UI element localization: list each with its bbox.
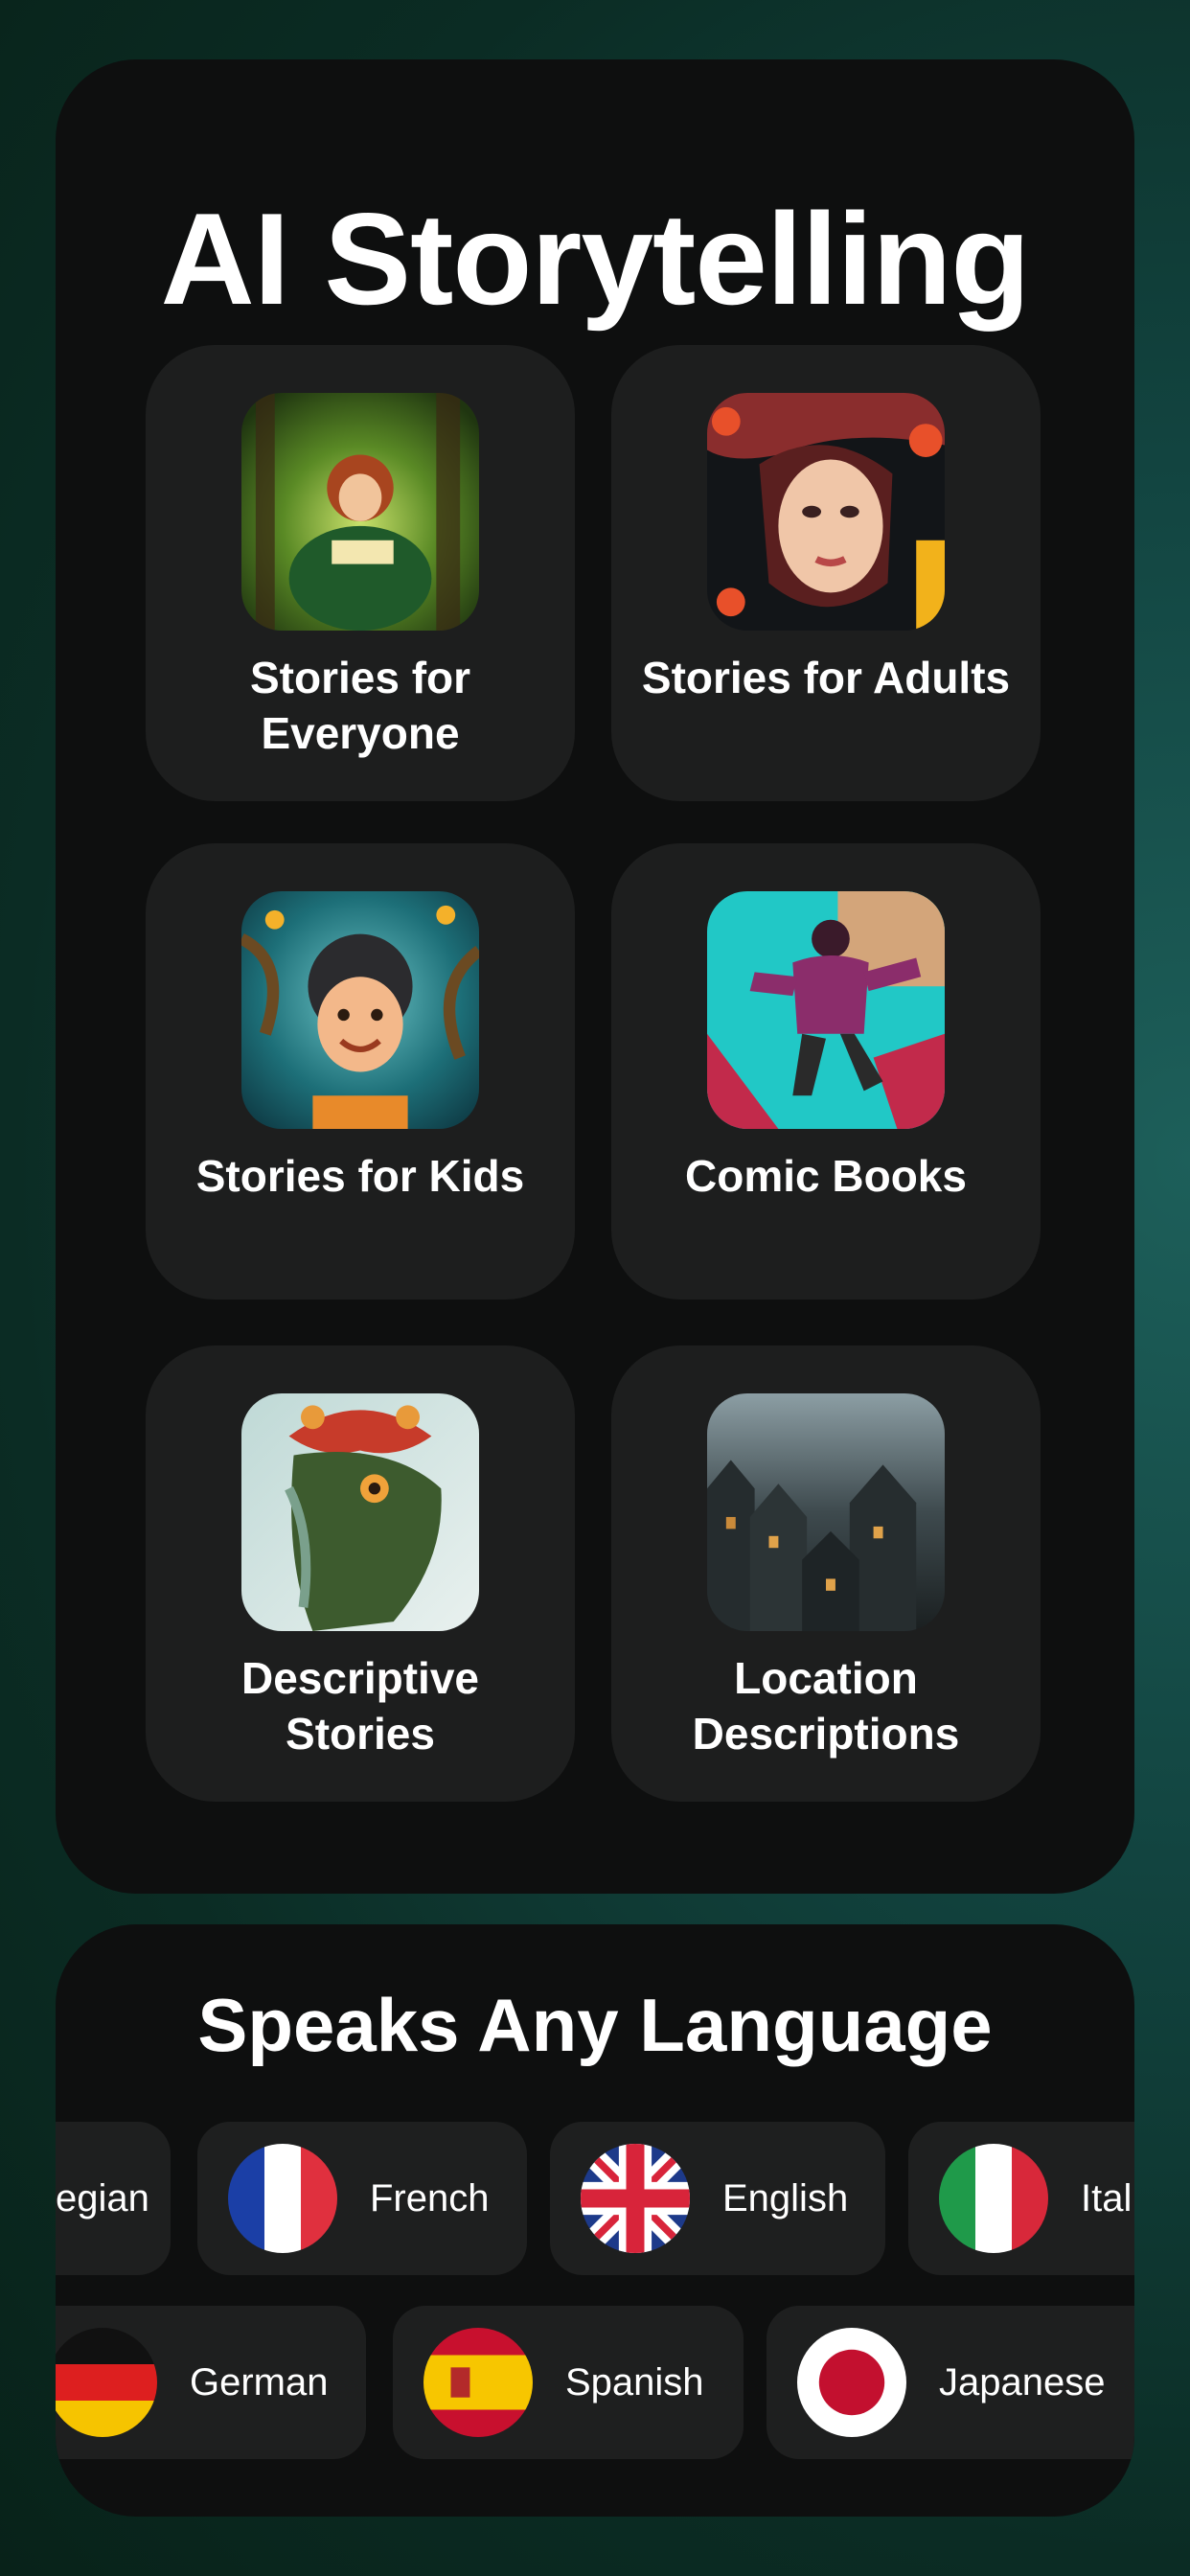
card-descriptive-stories[interactable]: Descriptive Stories <box>146 1346 575 1802</box>
girl-reading-forest-image <box>241 393 479 631</box>
nature-face-image <box>241 1393 479 1631</box>
comic-hero-jumping-image <box>707 891 945 1129</box>
card-comic-books[interactable]: Comic Books <box>611 843 1041 1300</box>
dark-village-image <box>707 1393 945 1631</box>
card-label: Stories for Kids <box>195 1151 525 1201</box>
language-chip-french[interactable]: French <box>197 2122 527 2275</box>
card-label: Comic Books <box>685 1151 967 1201</box>
card-label: Stories for Adults <box>641 653 1011 702</box>
language-label: French <box>370 2176 490 2220</box>
card-label: Location Descriptions <box>692 1653 960 1759</box>
italy-flag-icon <box>939 2144 1048 2253</box>
language-chip-italian[interactable]: Ital <box>908 2122 1134 2275</box>
card-stories-for-adults[interactable]: Stories for Adults <box>611 345 1041 801</box>
smiling-boy-image <box>241 891 479 1129</box>
language-chip-japanese[interactable]: Japanese <box>767 2306 1134 2459</box>
language-chip-norwegian[interactable]: egian <box>56 2122 171 2275</box>
story-types-panel: AI Storytelling Stories for Everyone Sto… <box>56 59 1134 1894</box>
uk-flag-icon <box>581 2144 690 2253</box>
language-label: egian <box>56 2176 149 2220</box>
woman-portrait-image <box>707 393 945 631</box>
language-chip-english[interactable]: English <box>550 2122 885 2275</box>
language-label: Ital <box>1081 2176 1133 2220</box>
page-title: AI Storytelling <box>160 186 1031 332</box>
germany-flag-icon <box>56 2328 157 2437</box>
language-label: German <box>190 2360 329 2404</box>
card-stories-for-kids[interactable]: Stories for Kids <box>146 843 575 1300</box>
language-label: Japanese <box>939 2360 1106 2404</box>
france-flag-icon <box>228 2144 337 2253</box>
japan-flag-icon <box>797 2328 906 2437</box>
spain-flag-icon <box>423 2328 533 2437</box>
card-label: Descriptive Stories <box>240 1653 479 1759</box>
language-chip-german[interactable]: German <box>56 2306 366 2459</box>
card-location-descriptions[interactable]: Location Descriptions <box>611 1346 1041 1802</box>
languages-panel: Speaks Any Language egian French English <box>56 1924 1134 2517</box>
language-label: Spanish <box>565 2360 704 2404</box>
card-stories-for-everyone[interactable]: Stories for Everyone <box>146 345 575 801</box>
language-label: English <box>722 2176 849 2220</box>
card-label: Stories for Everyone <box>249 653 471 758</box>
language-chip-spanish[interactable]: Spanish <box>393 2306 744 2459</box>
languages-title: Speaks Any Language <box>197 1983 993 2067</box>
